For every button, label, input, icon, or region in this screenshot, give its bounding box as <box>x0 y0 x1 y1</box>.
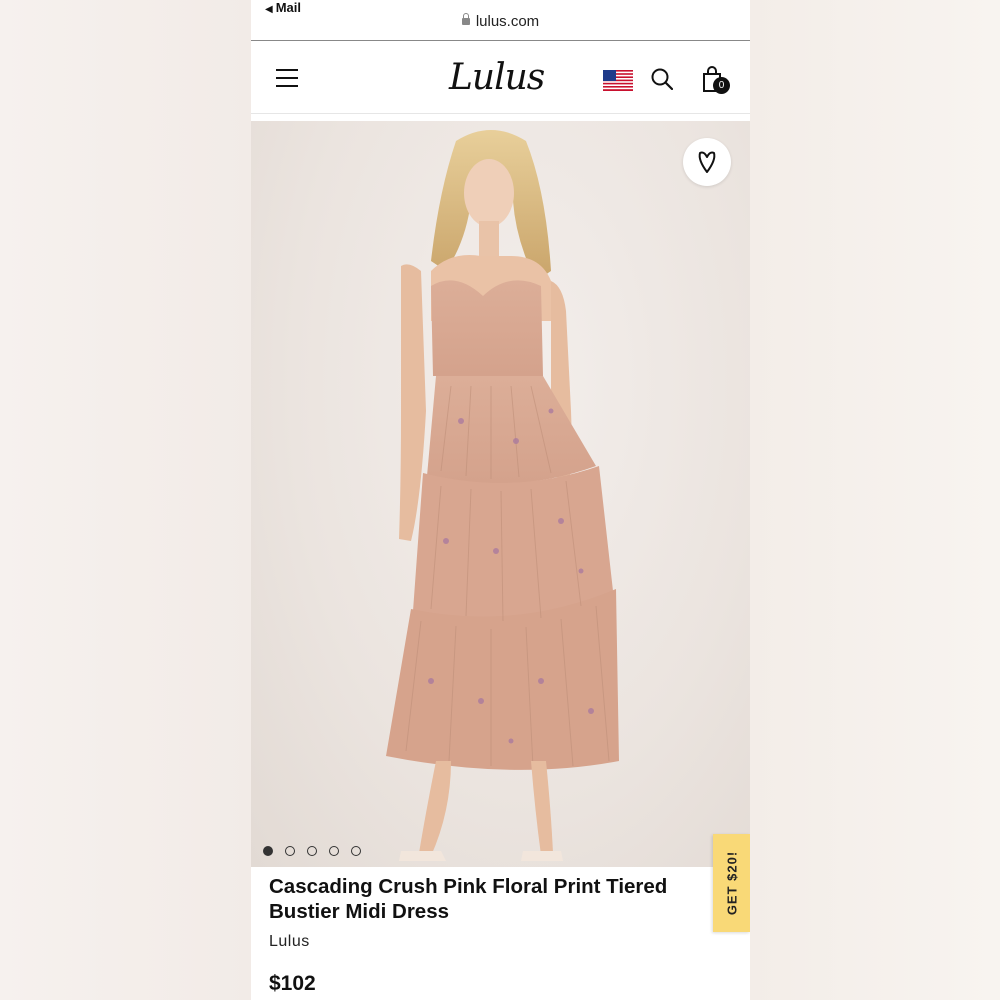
carousel-dot[interactable] <box>307 846 317 856</box>
url-text: lulus.com <box>475 13 540 30</box>
site-logo[interactable]: Lulus <box>449 57 545 98</box>
promo-tab-button[interactable]: GET $20! <box>713 834 750 932</box>
page-background-left <box>0 0 251 1000</box>
lock-icon <box>461 13 470 25</box>
product-brand[interactable]: Lulus <box>269 933 310 951</box>
product-title: Cascading Crush Pink Floral Print Tiered… <box>269 875 668 923</box>
product-price: $102 <box>269 972 316 995</box>
mobile-browser-screen: ◀ Mail lulus.com Lulus 0 Cascading Crush… <box>251 0 750 1000</box>
address-bar[interactable]: lulus.com <box>251 13 750 30</box>
carousel-dot[interactable] <box>329 846 339 856</box>
carousel-dot[interactable] <box>285 846 295 856</box>
search-icon[interactable] <box>651 68 673 90</box>
carousel-dot[interactable] <box>351 846 361 856</box>
product-image[interactable] <box>251 121 750 867</box>
heart-icon <box>698 151 716 173</box>
product-photo-illustration <box>386 130 619 861</box>
site-header: Lulus 0 <box>251 41 750 114</box>
wishlist-button[interactable] <box>683 138 731 186</box>
promo-label: GET $20! <box>724 850 739 916</box>
browser-status-bar: ◀ Mail lulus.com <box>251 0 750 40</box>
carousel-dot[interactable] <box>263 846 273 856</box>
page-background-right <box>750 0 1000 1000</box>
menu-icon[interactable] <box>276 69 298 87</box>
us-flag-icon[interactable] <box>603 70 633 91</box>
cart-count-badge: 0 <box>713 77 730 94</box>
